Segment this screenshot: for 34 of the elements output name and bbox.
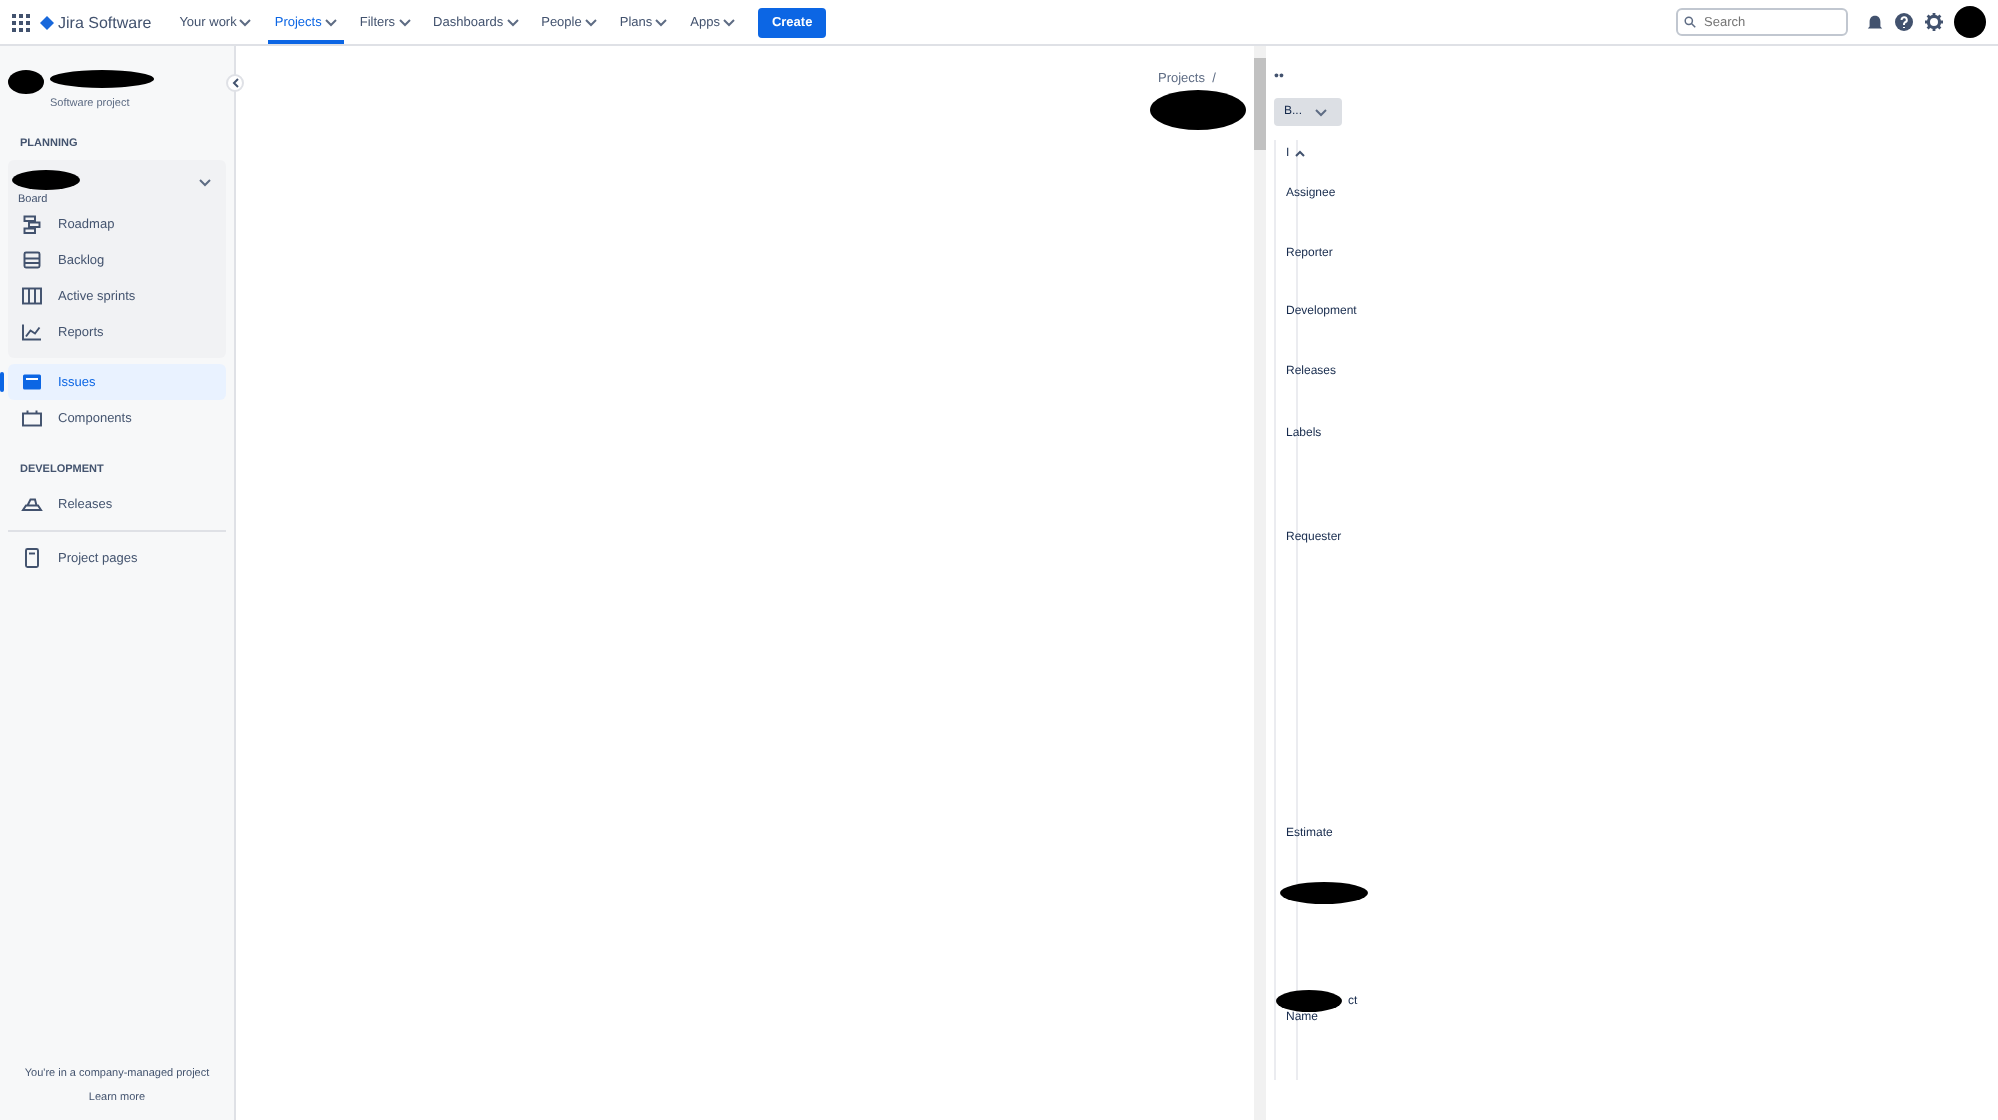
chevron-down-icon xyxy=(583,17,598,27)
collapse-button[interactable] xyxy=(226,74,244,92)
settings-icon[interactable] xyxy=(1924,12,1944,32)
scrollbar-thumb[interactable] xyxy=(1254,58,1266,150)
redaction-mark xyxy=(1150,90,1246,130)
page-icon xyxy=(20,546,44,570)
help-icon[interactable] xyxy=(1894,12,1914,32)
chevron-down-icon xyxy=(721,17,736,27)
redaction-mark xyxy=(1280,882,1368,904)
app-grid-icon[interactable] xyxy=(12,13,30,31)
chevron-down-icon xyxy=(1314,107,1329,117)
diamond-logo-icon xyxy=(40,15,54,29)
chevron-down-icon xyxy=(505,17,520,27)
roadmap-icon xyxy=(20,212,44,236)
redaction-mark xyxy=(12,169,80,189)
list-icon xyxy=(20,248,44,272)
redaction-mark xyxy=(50,70,154,88)
product-name[interactable]: Jira Software xyxy=(58,13,152,31)
scrollbar[interactable] xyxy=(1254,46,1266,1120)
chart-icon xyxy=(20,320,44,344)
columns-icon xyxy=(20,284,44,308)
bell-icon[interactable] xyxy=(1866,13,1884,31)
chevron-up-icon[interactable] xyxy=(1293,150,1306,158)
chevron-down-icon xyxy=(397,17,412,27)
redaction-mark xyxy=(8,70,44,94)
issue-icon xyxy=(20,370,44,394)
avatar[interactable] xyxy=(1954,6,1986,38)
chevron-down-icon xyxy=(654,17,669,27)
chevron-down-icon xyxy=(238,17,253,27)
chevron-down-icon xyxy=(323,17,338,27)
chevron-down-icon xyxy=(198,178,212,188)
chevron-left-icon xyxy=(231,78,239,88)
calendar-icon xyxy=(20,406,44,430)
redaction-mark xyxy=(1276,990,1342,1012)
